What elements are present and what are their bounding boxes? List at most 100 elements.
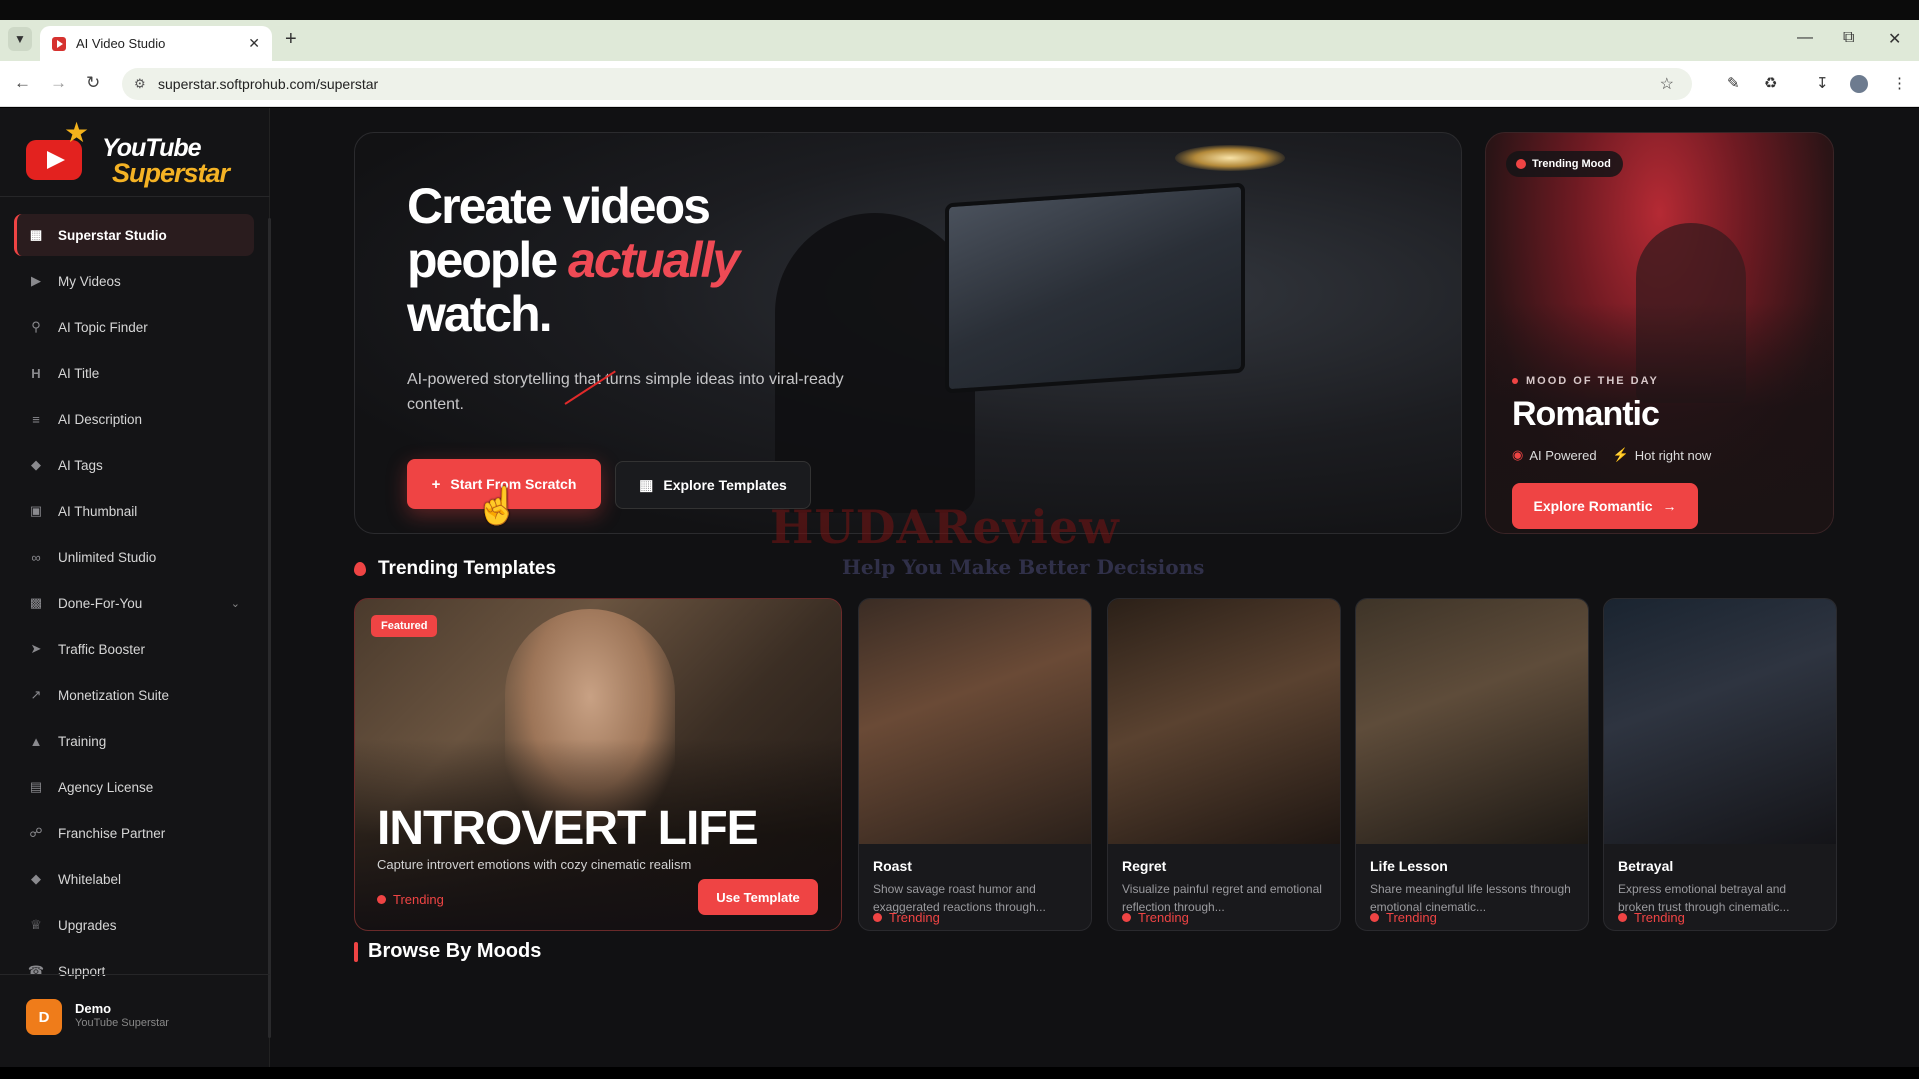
new-tab-button[interactable]: + (285, 28, 297, 51)
sidebar-item-franchise-partner[interactable]: ☍ Franchise Partner (14, 812, 254, 854)
template-card-regret[interactable]: Regret Visualize painful regret and emot… (1107, 598, 1341, 931)
forward-icon[interactable]: → (50, 73, 67, 93)
minimize-icon[interactable]: — (1797, 29, 1813, 47)
template-card-betrayal[interactable]: Betrayal Express emotional betrayal and … (1603, 598, 1837, 931)
reload-icon[interactable]: ↻ (86, 73, 100, 93)
sidebar-item-my-videos[interactable]: ▶ My Videos (14, 260, 254, 302)
sidebar-item-ai-title[interactable]: H AI Title (14, 352, 254, 394)
bolt-icon: ⚡ (1612, 447, 1629, 462)
sidebar-item-label: AI Thumbnail (58, 503, 138, 519)
sidebar-item-label: My Videos (58, 273, 121, 289)
template-card-roast[interactable]: Roast Show savage roast humor and exagge… (858, 598, 1092, 931)
sidebar-item-whitelabel[interactable]: ◆ Whitelabel (14, 858, 254, 900)
back-icon[interactable]: ← (14, 73, 31, 93)
trending-badge: Trending (1122, 910, 1189, 925)
explore-romantic-label: Explore Romantic (1533, 498, 1653, 514)
close-tab-icon[interactable]: ✕ (248, 35, 260, 52)
explore-templates-label: Explore Templates (663, 477, 787, 493)
template-name: Life Lesson (1370, 858, 1448, 874)
fire-icon (1618, 913, 1627, 922)
sidebar: ★ YouTube Superstar ▦ Superstar Studio ▶… (0, 108, 271, 1067)
template-image (1108, 599, 1340, 844)
hero-subtitle: AI-powered storytelling that turns simpl… (407, 371, 844, 413)
trending-badge: Trending (1370, 910, 1437, 925)
sidebar-item-agency-license[interactable]: ▤ Agency License (14, 766, 254, 808)
play-circle-icon: ▶ (31, 273, 41, 288)
logo-word-superstar: Superstar (112, 158, 230, 188)
trending-label: Trending (393, 892, 444, 907)
app-root: ★ YouTube Superstar ▦ Superstar Studio ▶… (0, 108, 1919, 1067)
menu-dots-icon[interactable]: ⋮ (1892, 74, 1907, 92)
hero-background-monitor (945, 182, 1245, 394)
sidebar-item-label: AI Tags (58, 457, 103, 473)
sidebar-item-done-for-you[interactable]: ▩ Done-For-You ⌄ (14, 582, 254, 624)
sidebar-item-label: Done-For-You (58, 595, 143, 611)
mood-of-the-day-card: Trending Mood MOOD OF THE DAY Romantic ◉… (1485, 132, 1834, 534)
star-logo-icon: ★ (64, 117, 90, 148)
infinity-icon: ∞ (31, 549, 41, 565)
sidebar-nav: ▦ Superstar Studio ▶ My Videos ⚲ AI Topi… (14, 214, 254, 996)
restore-icon[interactable]: ⧉ (1843, 29, 1854, 47)
template-image (1604, 599, 1836, 844)
sidebar-scrollbar[interactable] (268, 218, 271, 1038)
sidebar-item-training[interactable]: ▲ Training (14, 720, 254, 762)
trending-badge: Trending (377, 892, 444, 907)
hero-banner: Create videos people actually watch. AI-… (354, 132, 1462, 534)
divider (0, 196, 270, 197)
hot-right-now-label: Hot right now (1634, 447, 1712, 463)
chart-line-icon: ↗ (30, 687, 42, 702)
rocket-icon: ➤ (30, 641, 42, 656)
user-profile[interactable]: D Demo YouTube Superstar (0, 974, 270, 1067)
template-name: Betrayal (1618, 858, 1674, 874)
featured-template-card[interactable]: Featured INTROVERT LIFE Capture introver… (354, 598, 842, 931)
featured-description: Capture introvert emotions with cozy cin… (377, 857, 692, 872)
fire-icon (1370, 913, 1379, 922)
explore-romantic-button[interactable]: Explore Romantic → (1512, 483, 1698, 529)
download-icon[interactable]: ↧ (1816, 74, 1829, 92)
site-info-icon[interactable]: ⚙ (134, 76, 146, 92)
tab-search-button[interactable]: ▼ (8, 27, 32, 51)
pen-icon[interactable]: ✎ (1727, 74, 1740, 92)
watermark-title: HUDAReview (770, 500, 1120, 554)
watermark-tagline: Help You Make Better Decisions (842, 555, 1205, 579)
address-bar[interactable]: ⚙ superstar.softprohub.com/superstar ☆ (122, 68, 1692, 100)
trending-templates-title: Trending Templates (378, 558, 557, 579)
template-name: Regret (1122, 858, 1167, 874)
user-name: Demo (75, 1001, 112, 1016)
youtube-favicon-icon (52, 36, 66, 51)
ai-powered-label: AI Powered (1529, 447, 1597, 463)
graduation-cap-icon: ▲ (29, 733, 43, 749)
bookmark-star-icon[interactable]: ☆ (1660, 74, 1674, 94)
window-close-icon[interactable]: ✕ (1888, 29, 1901, 49)
accent-bar (354, 941, 358, 962)
sidebar-item-traffic-booster[interactable]: ➤ Traffic Booster (14, 628, 254, 670)
youtube-superstar-logo[interactable]: ★ YouTube Superstar (26, 116, 230, 194)
sidebar-item-ai-description[interactable]: ≡ AI Description (14, 398, 254, 440)
sidebar-item-ai-tags[interactable]: ◆ AI Tags (14, 444, 254, 486)
align-left-icon: ≡ (32, 411, 40, 427)
sidebar-item-label: Upgrades (58, 917, 117, 933)
headline-line-3: watch. (407, 286, 553, 342)
sidebar-item-upgrades[interactable]: ♕ Upgrades (14, 904, 254, 946)
heading-icon: H (31, 365, 41, 381)
browser-tab[interactable]: AI Video Studio ✕ (40, 26, 272, 61)
sidebar-item-superstar-studio[interactable]: ▦ Superstar Studio (14, 214, 254, 256)
sidebar-item-unlimited-studio[interactable]: ∞ Unlimited Studio (14, 536, 254, 578)
user-subtitle: YouTube Superstar (75, 1017, 169, 1029)
arrow-right-icon: → (1662, 498, 1677, 514)
avatar: D (26, 999, 62, 1035)
profile-avatar[interactable] (1850, 75, 1868, 93)
sidebar-item-monetization-suite[interactable]: ↗ Monetization Suite (14, 674, 254, 716)
sidebar-item-ai-thumbnail[interactable]: ▣ AI Thumbnail (14, 490, 254, 532)
browser-tabbar: ▼ AI Video Studio ✕ + — ⧉ ✕ (0, 20, 1919, 61)
sidebar-item-ai-topic-finder[interactable]: ⚲ AI Topic Finder (14, 306, 254, 348)
status-dot-icon (1512, 378, 1518, 384)
template-card-life-lesson[interactable]: Life Lesson Share meaningful life lesson… (1355, 598, 1589, 931)
fire-icon (377, 895, 386, 904)
extensions-icon[interactable]: ♻ (1764, 74, 1777, 92)
crown-icon: ♕ (30, 917, 42, 932)
chevron-down-icon[interactable]: ⌄ (231, 597, 240, 610)
hand-cursor-icon: ☝ (475, 485, 520, 526)
use-template-button[interactable]: Use Template (698, 879, 818, 915)
featured-badge: Featured (371, 615, 438, 637)
